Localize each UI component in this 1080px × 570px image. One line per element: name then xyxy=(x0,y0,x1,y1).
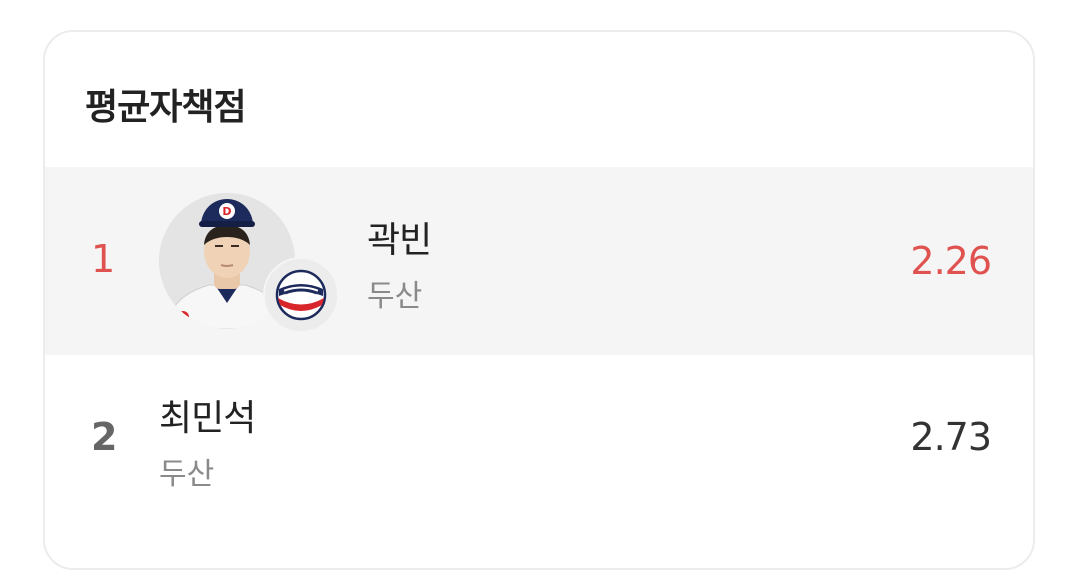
bears-logo-icon xyxy=(265,259,337,331)
ranking-row[interactable]: 2 최민석 두산 2.73 xyxy=(45,355,1033,515)
player-name: 곽빈 xyxy=(367,220,432,261)
card-title: 평균자책점 xyxy=(85,87,247,128)
team-name: 두산 xyxy=(367,279,423,314)
team-name: 두산 xyxy=(159,457,215,492)
player-name: 최민석 xyxy=(159,398,256,439)
ranking-row[interactable]: 1 D 곽빈 두산 2.26 xyxy=(45,167,1033,355)
era-value: 2.26 xyxy=(910,239,992,283)
era-leaderboard-card: 평균자책점 1 D 곽빈 두산 2.26 2 최민석 두산 2.73 xyxy=(43,30,1035,570)
svg-text:D: D xyxy=(222,205,231,218)
rank-number: 2 xyxy=(91,415,118,459)
era-value: 2.73 xyxy=(910,415,992,459)
bears-team-logo xyxy=(263,257,339,333)
player-avatar-group: D xyxy=(159,193,339,333)
rank-number: 1 xyxy=(91,237,116,281)
